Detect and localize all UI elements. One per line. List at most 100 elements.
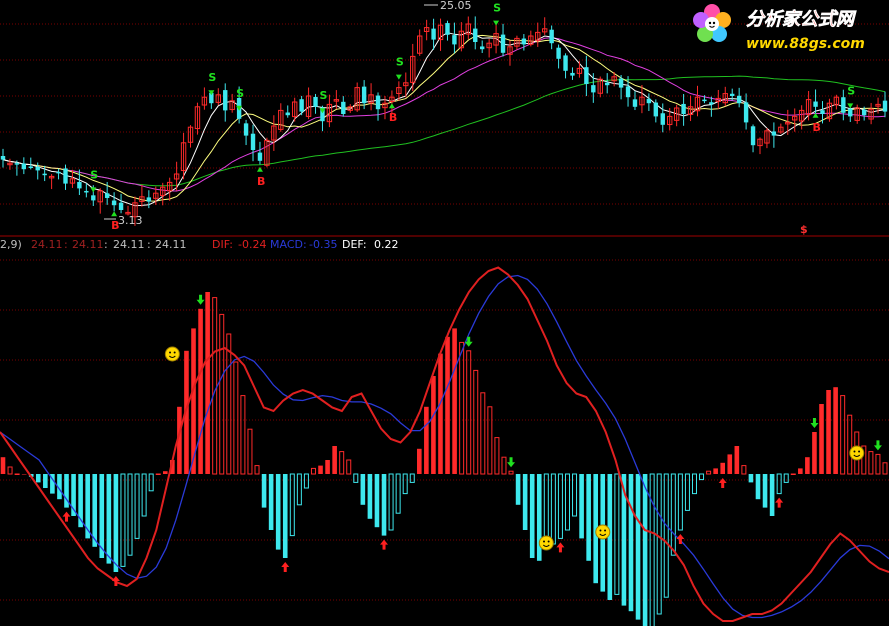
chart-canvas: SSS SSSSBBBB 25.05 3.13 $ 2,9) 24.11 : 24… (0, 0, 889, 626)
macd-bar-negative (691, 473, 697, 495)
macd-bar-negative (289, 473, 295, 537)
candle-body-down (521, 38, 527, 45)
dif-value: -0.24 (238, 238, 266, 251)
candle-body-down (618, 78, 624, 88)
buy-signal-label: B (813, 121, 821, 134)
candle-body-down (56, 171, 61, 174)
macd-value: -0.35 (309, 238, 337, 251)
indicator-value-4: 24.11 (155, 238, 187, 251)
sell-signal-label: S (90, 168, 98, 181)
candle-body-down (591, 85, 596, 93)
macd-bar-positive (875, 453, 881, 475)
sell-signal-label: S (493, 2, 501, 15)
buy-signal-label: B (257, 175, 265, 188)
macd-bar-negative (684, 473, 690, 511)
macd-bar-positive (487, 406, 493, 475)
candle-body-down (313, 96, 318, 107)
candle-body-down (42, 173, 47, 176)
candle-body-down (28, 166, 33, 168)
macd-bar-positive (706, 470, 712, 475)
macd-bar-negative (783, 473, 789, 483)
macd-bar-negative (92, 474, 98, 547)
macd-bar-positive (452, 328, 457, 474)
macd-bar-positive (833, 387, 838, 474)
macd-bar-positive (7, 466, 13, 475)
candle-body-down (91, 195, 96, 201)
candle-body-down (375, 95, 381, 110)
up-arrow-icon (380, 539, 389, 550)
macd-bar-positive (198, 308, 203, 474)
candle-body-down (709, 102, 714, 105)
macd-bar-positive (431, 376, 436, 474)
macd-bar-positive (720, 462, 726, 474)
candle-body-down (848, 108, 853, 117)
macd-bar-negative (515, 474, 521, 505)
macd-bar-negative (367, 474, 373, 519)
candle-body-down (730, 93, 735, 96)
macd-bar-positive (212, 297, 218, 475)
macd-bar-positive (0, 457, 6, 474)
macd-bar-negative (776, 473, 782, 495)
indicator-value-2: 24.11 (72, 238, 104, 251)
candle-body-down (570, 72, 575, 76)
macd-bar-positive (417, 448, 422, 474)
def-label: DEF: (342, 238, 367, 251)
macd-bar-negative (353, 473, 359, 483)
smiley-eye-icon (543, 540, 546, 543)
up-arrow-icon (62, 511, 71, 522)
indicator-sep-1: : (64, 238, 68, 251)
logo-title: 分析家公式网 (746, 9, 857, 30)
candle-body-down (473, 28, 478, 42)
macd-bar-negative (261, 474, 267, 508)
macd-bar-positive (162, 471, 168, 474)
macd-bar-positive (868, 451, 874, 475)
candle-body-down (625, 86, 631, 98)
buy-signal-label: B (389, 111, 397, 124)
up-arrow-icon (111, 576, 120, 586)
macd-bar-negative (670, 473, 676, 556)
smiley-icon (164, 346, 180, 362)
macd-bar-negative (656, 473, 662, 615)
macd-bar-positive (240, 395, 246, 475)
down-arrow-icon (464, 336, 473, 347)
candle-body-down (736, 95, 742, 104)
candle-body-down (702, 99, 707, 102)
macd-signal-line (0, 274, 889, 619)
candle-body-down (750, 126, 756, 146)
macd-bar-positive (790, 473, 796, 475)
logo-url: www.88gs.com (746, 36, 865, 52)
dollar-marker: $ (800, 223, 808, 236)
macd-bar-negative (381, 474, 387, 536)
macd-bar-negative (748, 474, 754, 483)
macd-bar-negative (663, 473, 669, 598)
macd-bar-negative (564, 473, 570, 531)
candle-body-down (861, 109, 867, 116)
smiley-icon (538, 535, 554, 551)
macd-bar-negative (282, 474, 288, 558)
smiley-eye-icon (173, 351, 176, 354)
macd-bar-negative (127, 473, 133, 556)
candle-body-down (653, 102, 659, 117)
candle-body-down (250, 133, 256, 150)
macd-bar-negative (134, 473, 140, 539)
macd-bar-negative (550, 473, 556, 545)
indicator-sep-2: : (104, 238, 108, 251)
sell-signal-label: S (208, 71, 216, 84)
macd-bar-negative (649, 473, 655, 626)
macd-bar-negative (402, 473, 408, 495)
macd-bar-negative (43, 474, 48, 488)
indicator-sep-3: : (147, 238, 151, 251)
high-price-label: 25.05 (440, 0, 472, 12)
candle-body-down (111, 200, 117, 206)
macd-bar-positive (339, 451, 345, 475)
candle-body-down (813, 101, 818, 107)
up-arrow-icon (718, 478, 727, 488)
candle-body-down (646, 98, 652, 104)
candle-body-down (563, 55, 568, 71)
sell-arrow-icon (395, 74, 402, 80)
macd-bar-positive (438, 353, 443, 474)
candle-body-down (771, 131, 777, 136)
macd-bar-positive (501, 456, 507, 475)
ma5-line (2, 31, 886, 207)
macd-label: MACD: (270, 238, 307, 251)
